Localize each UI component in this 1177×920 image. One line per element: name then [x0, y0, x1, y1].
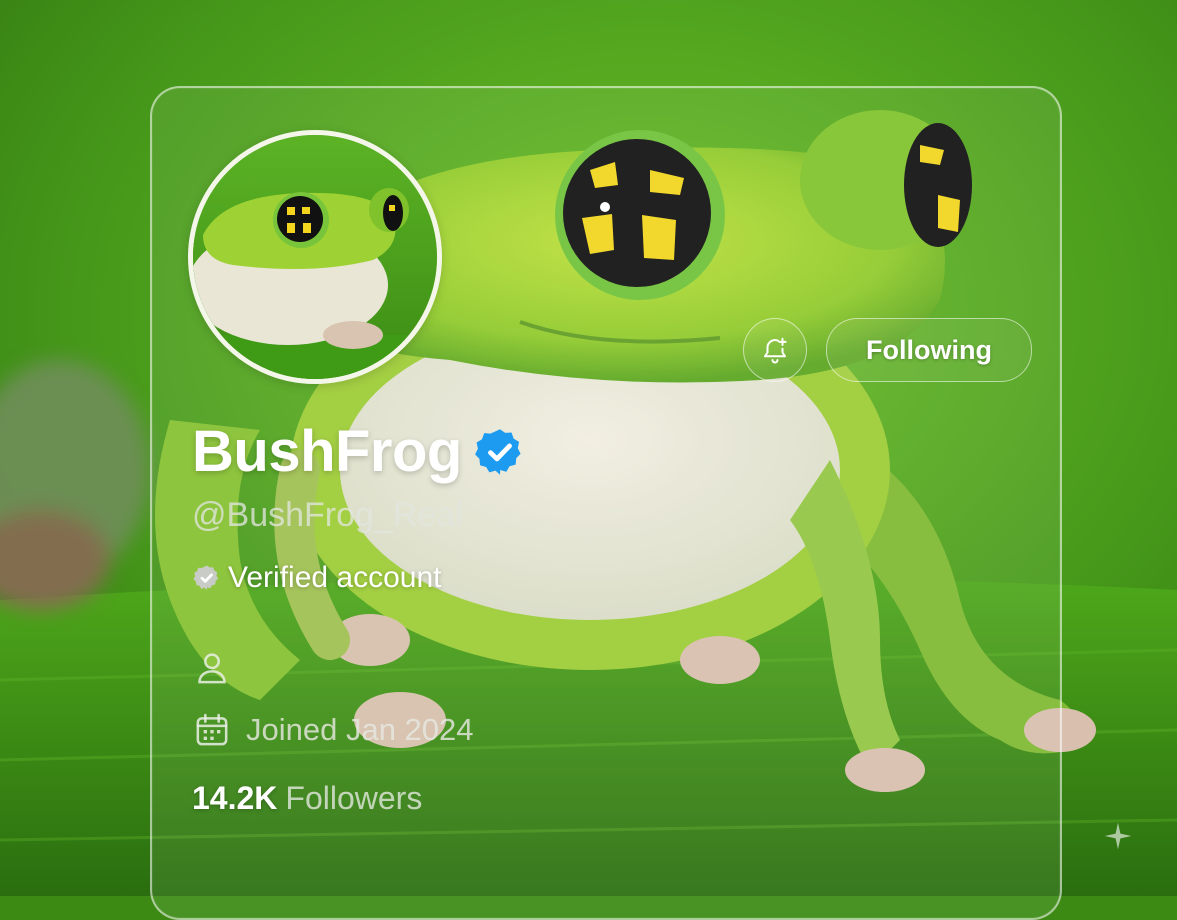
verified-account-row[interactable]: Verified account	[192, 558, 441, 598]
verified-small-icon	[192, 563, 222, 593]
avatar-image	[193, 135, 437, 379]
bell-plus-icon	[764, 337, 787, 364]
verified-badge-icon[interactable]	[474, 426, 526, 478]
calendar-icon	[192, 710, 232, 750]
display-name: BushFrog	[192, 419, 462, 484]
followers-count: 14.2K	[192, 780, 278, 816]
profile-name-row: BushFrog	[192, 418, 526, 485]
followers-label: Followers	[285, 780, 423, 816]
verified-account-label: Verified account	[228, 561, 442, 594]
notification-toggle-button[interactable]	[743, 318, 807, 382]
sparkle-icon	[1102, 820, 1134, 852]
person-icon	[192, 648, 232, 688]
joined-date-row: Joined Jan 2024	[192, 708, 474, 752]
user-handle: @BushFrog_Real	[192, 496, 463, 534]
following-button[interactable]: Following	[826, 318, 1032, 382]
avatar[interactable]	[188, 130, 442, 384]
followers-link[interactable]: 14.2K Followers	[192, 780, 422, 817]
joined-date-label: Joined Jan 2024	[246, 712, 474, 747]
